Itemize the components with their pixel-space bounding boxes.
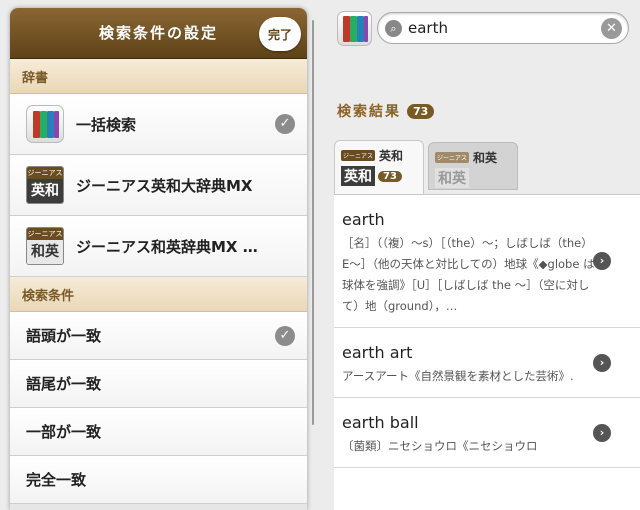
dictionary-row-all[interactable]: 一括検索 ✓ — [10, 94, 307, 155]
section-conditions-header: 検索条件 — [10, 277, 307, 312]
dictionary-row-waei[interactable]: ジーニアス 和英 ジーニアス和英辞典MX … — [10, 216, 307, 277]
scroll-indicator — [312, 20, 314, 425]
check-circle-icon: ✓ — [275, 325, 295, 346]
search-bar: ⌕ earth ✕ — [337, 6, 629, 50]
bookshelf-icon — [26, 105, 64, 143]
bookshelf-icon[interactable] — [337, 11, 372, 46]
condition-row-suffix[interactable]: 語尾が一致 — [10, 360, 307, 408]
results-header: 検索結果 73 — [337, 101, 435, 121]
result-headword: earth — [342, 210, 385, 229]
search-input[interactable]: ⌕ earth ✕ — [377, 12, 629, 44]
condition-row-exact[interactable]: 完全一致 — [10, 456, 307, 504]
dictionary-label: ジーニアス和英辞典MX … — [76, 237, 258, 256]
search-query-text: earth — [408, 19, 448, 37]
condition-row-partial[interactable]: 一部が一致 — [10, 408, 307, 456]
tab-badge-top: ジーニアス — [341, 150, 376, 161]
clear-circle-icon[interactable]: ✕ — [601, 18, 622, 39]
condition-row-prefix[interactable]: 語頭が一致 ✓ — [10, 312, 307, 360]
badge-bottom-text: 英和 — [27, 179, 63, 203]
badge-bottom-text: 和英 — [27, 240, 63, 264]
result-definition: アースアート《自然景観を素材とした芸術》. — [342, 369, 574, 383]
done-button[interactable]: 完了 — [259, 17, 301, 51]
list-item[interactable]: earth art アースアート《自然景観を素材とした芸術》. › — [334, 328, 640, 398]
result-headword: earth art — [342, 343, 413, 362]
condition-label: 語頭が一致 — [26, 327, 102, 345]
tab-label: 和英 — [473, 151, 498, 165]
chevron-right-circle-icon[interactable]: › — [593, 423, 611, 442]
dictionary-label: 一括検索 — [76, 115, 137, 134]
section-dictionary-header: 辞書 — [10, 59, 307, 94]
settings-header: 検索条件の設定 完了 — [10, 8, 307, 59]
chevron-right-circle-icon[interactable]: › — [593, 353, 611, 372]
list-item[interactable]: earth ball 〔菌類〕ニセショウロ《ニセショウロ › — [334, 398, 640, 468]
result-headword: earth ball — [342, 413, 419, 432]
tab-badge-bottom: 英和 — [341, 166, 375, 186]
result-definition: ［名］（（複）～s）［（the）～；しばしば（the）E～］（他の天体と対比して… — [342, 236, 595, 313]
dictionary-tabs: ジーニアス 英和 英和 73 ジーニアス 和英 和英 — [334, 140, 522, 194]
tab-label: 英和 — [379, 149, 404, 163]
search-settings-panel: 検索条件の設定 完了 辞書 一括検索 ✓ ジーニアス 英和 ジーニアス英和大辞典… — [10, 8, 307, 510]
dictionary-row-eiwa[interactable]: ジーニアス 英和 ジーニアス英和大辞典MX — [10, 155, 307, 216]
magnifier-icon: ⌕ — [385, 20, 402, 37]
tab-badge-bottom: 和英 — [435, 168, 469, 188]
tab-eiwa[interactable]: ジーニアス 英和 英和 73 — [334, 140, 424, 194]
condition-label: 語尾が一致 — [26, 375, 102, 393]
list-item[interactable]: earth ［名］（（複）～s）［（the）～；しばしば（the）E～］（他の天… — [334, 195, 640, 328]
condition-label: 完全一致 — [26, 471, 87, 489]
chevron-right-circle-icon[interactable]: › — [593, 252, 611, 270]
badge-top-text: ジーニアス — [27, 167, 63, 179]
badge-top-text: ジーニアス — [27, 228, 63, 240]
results-count-badge: 73 — [407, 103, 435, 119]
check-circle-icon: ✓ — [275, 114, 295, 134]
result-definition: 〔菌類〕ニセショウロ《ニセショウロ — [342, 439, 538, 453]
tab-count-badge: 73 — [378, 170, 402, 182]
results-title: 検索結果 — [337, 104, 401, 120]
waei-badge-icon: ジーニアス 和英 — [26, 227, 64, 265]
tab-badge-top: ジーニアス — [435, 152, 470, 163]
eiwa-badge-icon: ジーニアス 英和 — [26, 166, 64, 204]
dictionary-label: ジーニアス英和大辞典MX — [76, 176, 253, 195]
results-list: earth ［名］（（複）～s）［（the）～；しばしば（the）E～］（他の天… — [334, 194, 640, 510]
tab-waei[interactable]: ジーニアス 和英 和英 — [428, 142, 518, 190]
condition-label: 一部が一致 — [26, 423, 102, 441]
